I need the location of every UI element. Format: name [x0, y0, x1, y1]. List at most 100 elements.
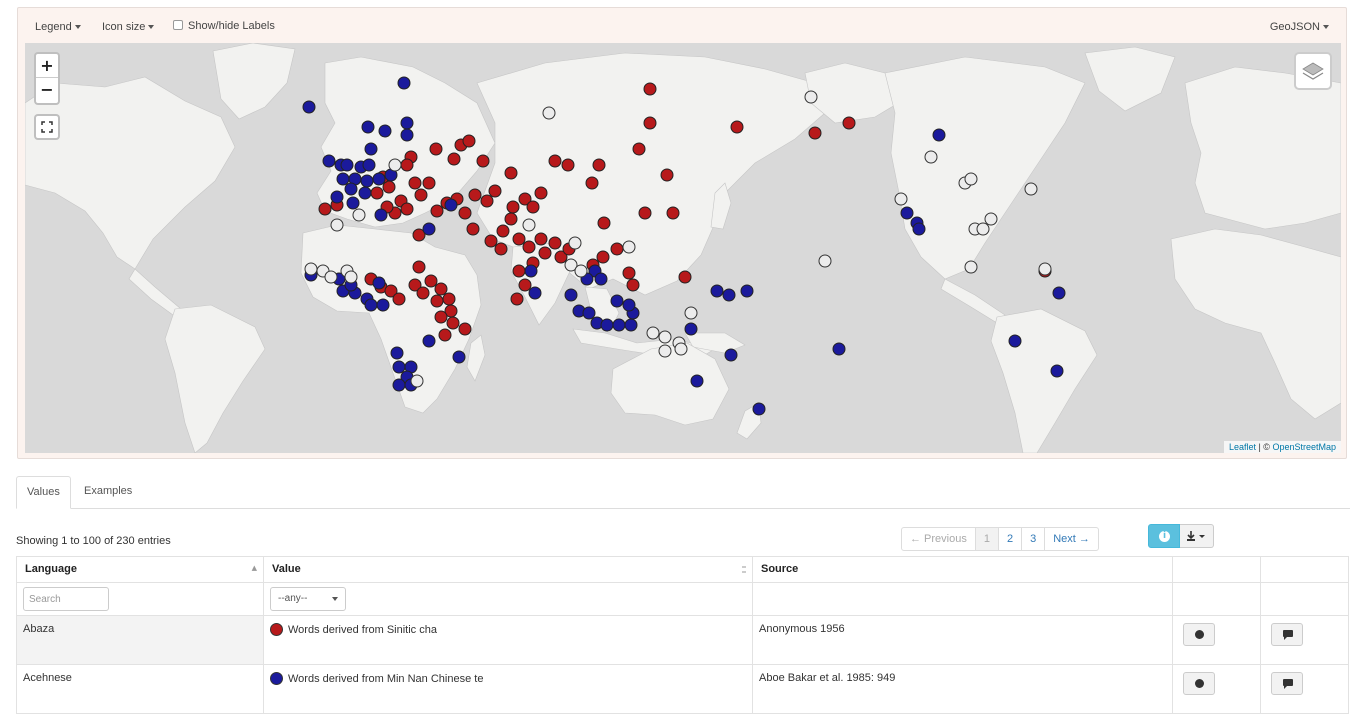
previous-page-button[interactable]: ← Previous: [902, 528, 976, 550]
marker-white[interactable]: [568, 236, 582, 250]
column-header-language[interactable]: Language ▲: [16, 556, 264, 583]
marker-white[interactable]: [976, 222, 990, 236]
marker-red[interactable]: [666, 206, 680, 220]
marker-red[interactable]: [494, 242, 508, 256]
icon-size-dropdown[interactable]: Icon size: [102, 21, 155, 33]
marker-blue[interactable]: [528, 286, 542, 300]
fullscreen-button[interactable]: [34, 114, 60, 140]
marker-blue[interactable]: [832, 342, 846, 356]
marker-red[interactable]: [424, 274, 438, 288]
marker-blue[interactable]: [1052, 286, 1066, 300]
geojson-dropdown[interactable]: GeoJSON: [1270, 21, 1329, 33]
marker-red[interactable]: [476, 154, 490, 168]
marker-red[interactable]: [534, 232, 548, 246]
marker-red[interactable]: [468, 188, 482, 202]
marker-white[interactable]: [1038, 262, 1052, 276]
marker-blue[interactable]: [372, 172, 386, 186]
marker-red[interactable]: [638, 206, 652, 220]
marker-blue[interactable]: [422, 334, 436, 348]
marker-white[interactable]: [964, 260, 978, 274]
language-search-input[interactable]: [23, 587, 109, 611]
marker-red[interactable]: [416, 286, 430, 300]
comment-button[interactable]: [1271, 672, 1303, 695]
marker-red[interactable]: [506, 200, 520, 214]
marker-white[interactable]: [574, 264, 588, 278]
marker-blue[interactable]: [444, 198, 458, 212]
marker-red[interactable]: [842, 116, 856, 130]
marker-blue[interactable]: [612, 318, 626, 332]
marker-blue[interactable]: [397, 76, 411, 90]
marker-blue[interactable]: [900, 206, 914, 220]
marker-red[interactable]: [392, 292, 406, 306]
map-canvas[interactable]: + − Leaflet | © OpenStreetMap: [25, 43, 1341, 453]
marker-red[interactable]: [632, 142, 646, 156]
marker-blue[interactable]: [932, 128, 946, 142]
marker-red[interactable]: [643, 82, 657, 96]
marker-white[interactable]: [894, 192, 908, 206]
marker-blue[interactable]: [422, 222, 436, 236]
marker-blue[interactable]: [330, 190, 344, 204]
marker-red[interactable]: [585, 176, 599, 190]
marker-white[interactable]: [804, 90, 818, 104]
source-cell[interactable]: Anonymous 1956: [752, 615, 1173, 665]
marker-blue[interactable]: [622, 298, 636, 312]
page-2-button[interactable]: 2: [999, 528, 1023, 550]
marker-blue[interactable]: [684, 322, 698, 336]
marker-blue[interactable]: [710, 284, 724, 298]
marker-red[interactable]: [526, 200, 540, 214]
marker-blue[interactable]: [594, 272, 608, 286]
marker-red[interactable]: [400, 202, 414, 216]
marker-blue[interactable]: [340, 158, 354, 172]
marker-blue[interactable]: [364, 142, 378, 156]
marker-red[interactable]: [510, 292, 524, 306]
marker-red[interactable]: [730, 120, 744, 134]
marker-red[interactable]: [462, 134, 476, 148]
language-cell[interactable]: Abaza: [16, 615, 264, 665]
marker-blue[interactable]: [690, 374, 704, 388]
info-button[interactable]: i: [1148, 524, 1180, 548]
marker-red[interactable]: [496, 224, 510, 238]
marker-red[interactable]: [488, 184, 502, 198]
show-on-map-button[interactable]: [1183, 672, 1215, 695]
marker-blue[interactable]: [364, 298, 378, 312]
value-text[interactable]: Words derived from Sinitic cha: [288, 624, 437, 636]
marker-red[interactable]: [484, 234, 498, 248]
marker-blue[interactable]: [322, 154, 336, 168]
marker-white[interactable]: [1024, 182, 1038, 196]
column-header-source[interactable]: Source: [752, 556, 1173, 583]
marker-red[interactable]: [429, 142, 443, 156]
marker-blue[interactable]: [400, 128, 414, 142]
show-on-map-button[interactable]: [1183, 623, 1215, 646]
marker-blue[interactable]: [344, 182, 358, 196]
marker-white[interactable]: [984, 212, 998, 226]
marker-blue[interactable]: [912, 222, 926, 236]
marker-blue[interactable]: [392, 378, 406, 392]
marker-blue[interactable]: [1050, 364, 1064, 378]
marker-red[interactable]: [458, 206, 472, 220]
marker-blue[interactable]: [362, 158, 376, 172]
marker-white[interactable]: [646, 326, 660, 340]
marker-red[interactable]: [438, 328, 452, 342]
marker-red[interactable]: [534, 186, 548, 200]
marker-blue[interactable]: [582, 306, 596, 320]
marker-white[interactable]: [964, 172, 978, 186]
labels-checkbox[interactable]: [173, 20, 183, 30]
marker-red[interactable]: [458, 322, 472, 336]
download-dropdown-button[interactable]: [1180, 524, 1214, 548]
marker-blue[interactable]: [390, 346, 404, 360]
marker-red[interactable]: [626, 278, 640, 292]
page-3-button[interactable]: 3: [1022, 528, 1046, 550]
page-1-button[interactable]: 1: [975, 528, 999, 550]
marker-red[interactable]: [442, 292, 456, 306]
labels-toggle[interactable]: Show/hide Labels: [173, 20, 275, 32]
marker-blue[interactable]: [624, 318, 638, 332]
marker-white[interactable]: [684, 306, 698, 320]
comment-button[interactable]: [1271, 623, 1303, 646]
marker-red[interactable]: [678, 270, 692, 284]
marker-blue[interactable]: [361, 120, 375, 134]
marker-red[interactable]: [504, 166, 518, 180]
marker-blue[interactable]: [372, 276, 386, 290]
marker-blue[interactable]: [1008, 334, 1022, 348]
marker-red[interactable]: [596, 250, 610, 264]
marker-red[interactable]: [808, 126, 822, 140]
